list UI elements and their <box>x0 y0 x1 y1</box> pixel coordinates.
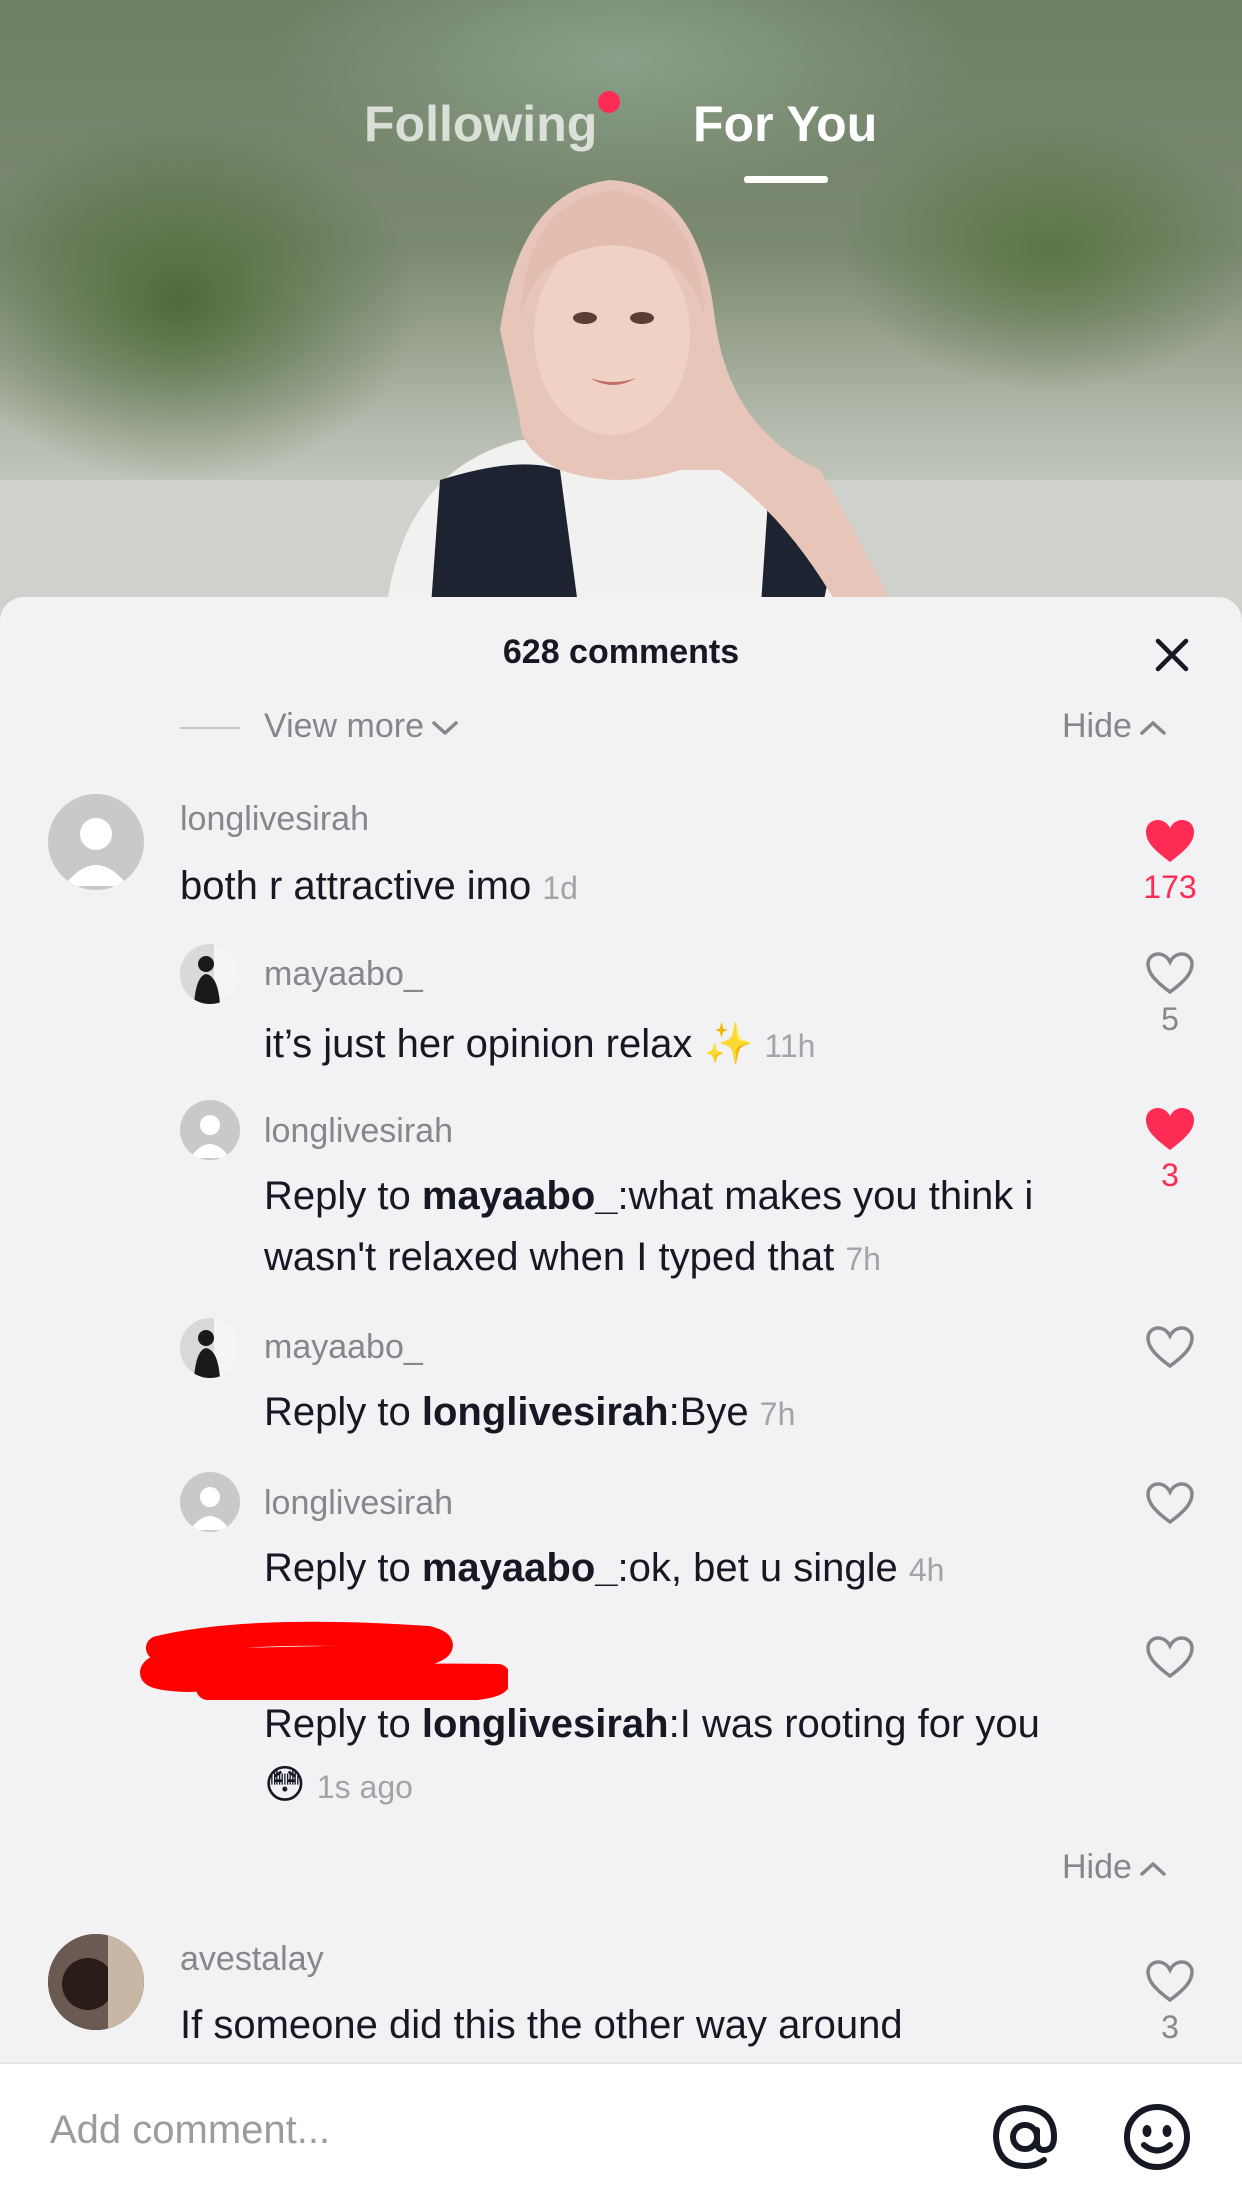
like-button[interactable] <box>1142 1480 1198 1531</box>
like-button[interactable]: 173 <box>1142 818 1198 906</box>
like-button[interactable]: 3 <box>1142 1106 1198 1194</box>
heart-icon <box>1146 1108 1194 1150</box>
reply-text: Reply to mayaabo_:what makes you think i… <box>264 1174 1034 1279</box>
reply-time: 11h <box>764 1028 816 1064</box>
avatar[interactable] <box>48 794 144 890</box>
chevron-down-icon <box>432 721 458 735</box>
divider-line <box>180 727 240 729</box>
top-feed-tabs: Following For You <box>0 91 1242 215</box>
emoji: 😳 <box>264 1763 306 1807</box>
like-count: 5 <box>1161 1001 1179 1037</box>
comments-count-title: 628 comments <box>502 633 740 671</box>
chevron-up-icon <box>1140 1862 1166 1876</box>
heart-outline-icon <box>1146 1326 1194 1369</box>
avatar[interactable] <box>48 1934 144 2030</box>
reply-text: Reply to longlivesirah:I was rooting for… <box>264 1702 1040 1807</box>
heart-outline-icon <box>1146 1960 1194 2003</box>
reply-text: it’s just her opinion relax ✨ 11h <box>264 1022 816 1066</box>
comment-username[interactable]: avestalay <box>180 1940 324 1979</box>
hide-replies-button[interactable]: Hide <box>1062 707 1168 746</box>
heart-outline-icon <box>1146 952 1194 995</box>
add-comment-input[interactable]: Add comment... <box>50 2108 330 2153</box>
avatar[interactable] <box>180 1472 240 1532</box>
notification-dot <box>598 91 620 113</box>
reply-username[interactable]: mayaabo_ <box>264 1328 423 1367</box>
tab-for-you[interactable]: For You <box>693 95 877 153</box>
video-person-image <box>0 180 1242 620</box>
emoji-icon[interactable] <box>1122 2102 1192 2172</box>
reply-time: 7h <box>759 1396 796 1432</box>
comment-text: If someone did this the other way around <box>180 2003 903 2047</box>
comment-input-bar: Add comment... <box>0 2062 1242 2210</box>
like-button[interactable]: 5 <box>1142 950 1198 1038</box>
like-count: 173 <box>1143 869 1197 905</box>
video-background[interactable] <box>0 0 1242 620</box>
reply-username[interactable]: longlivesirah <box>264 1484 453 1523</box>
at-mention-icon[interactable] <box>990 2102 1060 2172</box>
view-more-label[interactable]: View more <box>264 707 460 746</box>
comment-username[interactable]: longlivesirah <box>180 800 369 839</box>
reply-time: 4h <box>908 1552 945 1588</box>
tab-following[interactable]: Following <box>364 95 597 153</box>
heart-outline-icon <box>1146 1482 1194 1525</box>
reply-username[interactable]: longlivesirah <box>264 1112 453 1151</box>
like-button[interactable] <box>1142 1634 1198 1685</box>
like-button[interactable]: 3 <box>1142 1958 1198 2046</box>
avatar[interactable] <box>180 1100 240 1160</box>
avatar[interactable] <box>180 944 240 1004</box>
reply-text: Reply to mayaabo_:ok, bet u single 4h <box>264 1546 945 1590</box>
comment-time: 1d <box>542 870 578 906</box>
reply-text: Reply to longlivesirah:Bye 7h <box>264 1390 796 1434</box>
active-tab-indicator <box>744 176 828 183</box>
like-button[interactable] <box>1142 1324 1198 1375</box>
like-count: 3 <box>1161 2009 1179 2045</box>
hide-replies-button[interactable]: Hide <box>1062 1848 1168 1887</box>
avatar[interactable] <box>180 1318 240 1378</box>
red-scribble-redaction <box>140 1621 508 1700</box>
reply-username[interactable]: mayaabo_ <box>264 955 423 994</box>
heart-icon <box>1146 820 1194 862</box>
close-icon[interactable] <box>1152 635 1192 675</box>
chevron-up-icon <box>1140 721 1166 735</box>
reply-time: 1s ago <box>316 1769 413 1805</box>
reply-time: 7h <box>845 1241 881 1277</box>
comment-text: both r attractive imo 1d <box>180 864 578 908</box>
like-count: 3 <box>1161 1157 1179 1193</box>
heart-outline-icon <box>1146 1636 1194 1679</box>
